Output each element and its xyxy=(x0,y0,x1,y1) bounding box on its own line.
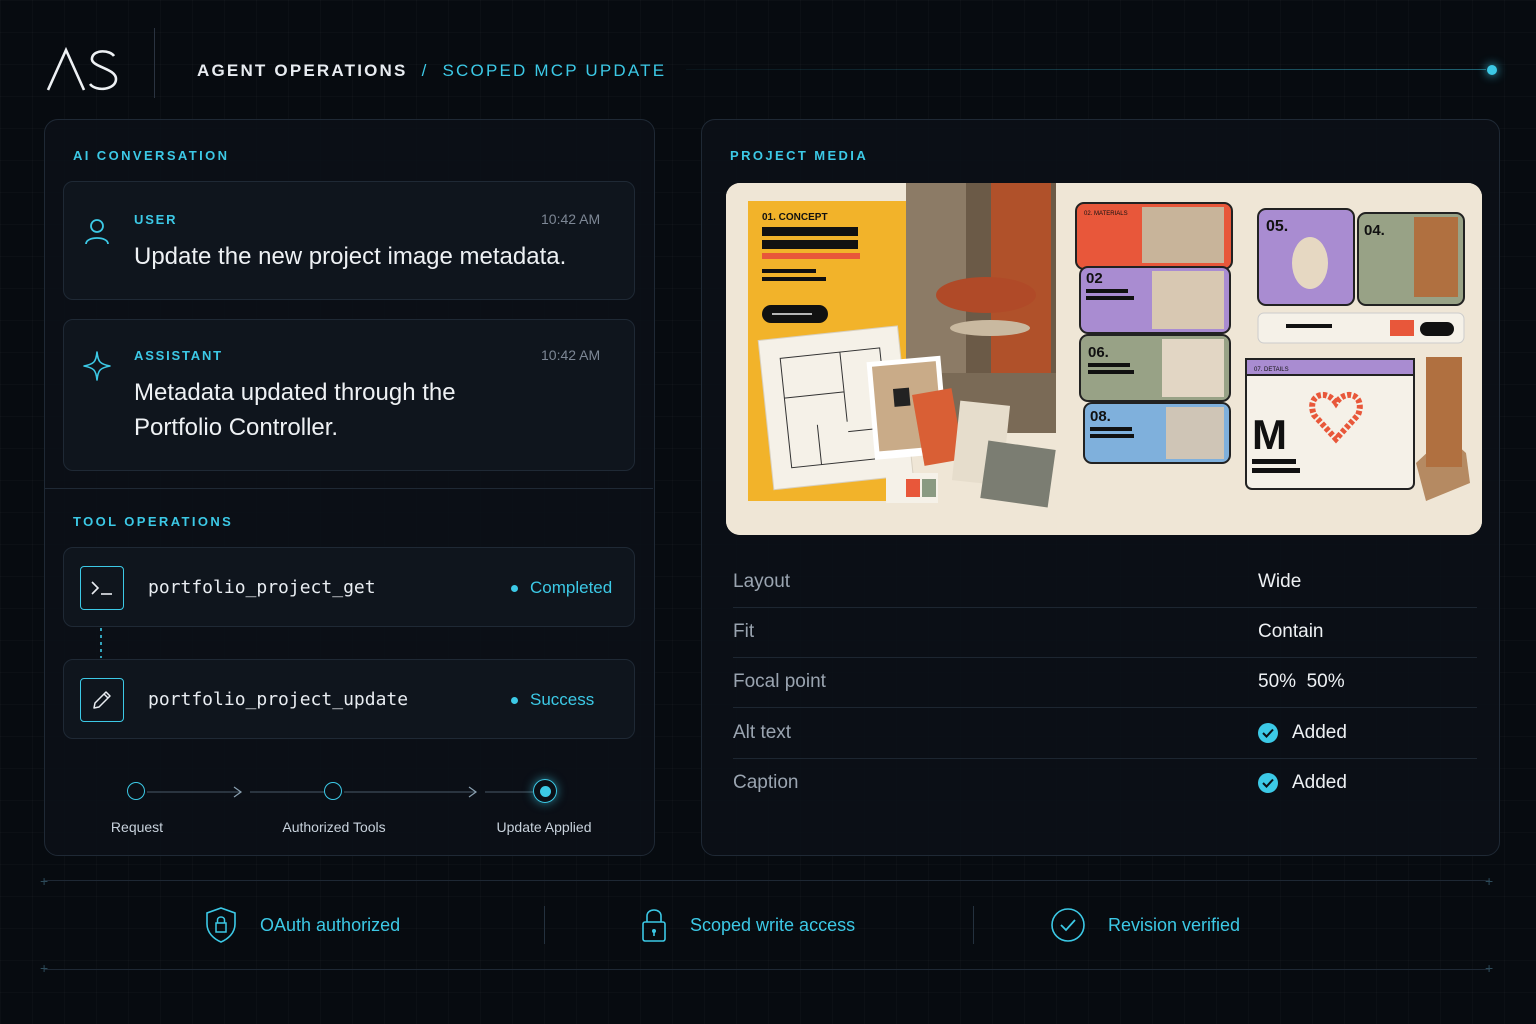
property-value-text: Contain xyxy=(1258,621,1324,642)
collage-label-05: 05. xyxy=(1266,218,1288,235)
property-key: Alt text xyxy=(733,722,792,743)
collage-label-08: 08. xyxy=(1090,408,1111,425)
message-text: Update the new project image metadata. xyxy=(134,243,567,270)
property-row: Alt text Added xyxy=(733,708,1477,759)
tool-status-completed: Completed xyxy=(511,578,612,598)
footer-oauth: OAuth authorized xyxy=(204,905,400,945)
property-row: Fit Contain xyxy=(733,607,1477,658)
message-time: 10:42 AM xyxy=(541,347,601,363)
status-dot xyxy=(1487,65,1497,75)
property-row: Layout Wide xyxy=(733,557,1477,608)
message-time: 10:42 AM xyxy=(541,211,601,227)
tool-status-label: Completed xyxy=(530,578,613,597)
breadcrumb-current: SCOPED MCP UPDATE xyxy=(442,61,667,80)
status-dot xyxy=(511,584,518,592)
collage-label-02: 02 xyxy=(1086,270,1103,287)
breadcrumb: AGENT OPERATIONS / SCOPED MCP UPDATE xyxy=(197,61,666,81)
tool-status-success: Success xyxy=(511,690,594,710)
message-text-line1: Metadata updated through the xyxy=(134,379,456,406)
user-icon xyxy=(85,219,109,245)
corner-mark: + xyxy=(1485,960,1494,976)
step-label: Update Applied xyxy=(496,819,592,835)
sparkle-icon xyxy=(83,351,111,381)
collage-label-concept: 01. CONCEPT xyxy=(762,212,828,223)
property-key: Layout xyxy=(733,571,791,592)
tool-status-label: Success xyxy=(530,690,595,709)
terminal-icon xyxy=(80,566,124,610)
step-node-request xyxy=(127,782,145,800)
property-value[interactable]: Added xyxy=(1258,722,1347,744)
corner-mark: + xyxy=(1485,873,1494,889)
collage-illustration: 01. CONCEPT 02. MATERIALS 02 06. 08. 05.… xyxy=(726,183,1482,535)
property-value-text: Added xyxy=(1292,772,1347,793)
property-value-text: Added xyxy=(1292,722,1347,743)
as-logo xyxy=(46,46,118,91)
step-label: Authorized Tools xyxy=(282,819,386,835)
footer-separator xyxy=(544,906,545,944)
property-value[interactable]: 50% 50% xyxy=(1258,671,1345,693)
message-role: USER xyxy=(134,212,178,227)
footer-revision: Revision verified xyxy=(1050,905,1240,945)
property-value[interactable]: Contain xyxy=(1258,621,1324,643)
collage-label-materials: 02. MATERIALS xyxy=(1084,211,1128,217)
footer-label: Scoped write access xyxy=(690,914,856,935)
padlock-icon xyxy=(642,909,666,942)
breadcrumb-main[interactable]: AGENT OPERATIONS xyxy=(197,61,408,81)
header-divider xyxy=(154,28,155,98)
property-value-text: 50% 50% xyxy=(1258,671,1345,692)
shield-lock-icon xyxy=(206,907,236,943)
tool-name: portfolio_project_get xyxy=(148,577,376,598)
footer-scoped: Scoped write access xyxy=(640,905,855,945)
property-key: Fit xyxy=(733,621,755,642)
property-value[interactable]: Added xyxy=(1258,772,1347,794)
collage-label-04: 04. xyxy=(1364,222,1385,239)
property-row: Focal point 50% 50% xyxy=(733,657,1477,708)
check-icon xyxy=(1258,773,1278,793)
status-dot xyxy=(511,696,518,704)
corner-mark: + xyxy=(40,873,49,889)
property-value[interactable]: Wide xyxy=(1258,571,1301,593)
footer-label: Revision verified xyxy=(1108,914,1241,935)
collage-letter-m: M xyxy=(1252,411,1287,458)
step-node-authorized xyxy=(324,782,342,800)
media-title: PROJECT MEDIA xyxy=(730,148,869,163)
step-node-applied xyxy=(533,779,557,803)
section-divider xyxy=(44,488,653,489)
property-row: Caption Added xyxy=(733,758,1477,808)
breadcrumb-separator: / xyxy=(421,61,429,80)
check-icon xyxy=(1258,723,1278,743)
property-key: Caption xyxy=(733,772,799,793)
check-circle-icon xyxy=(1051,908,1085,942)
tool-name: portfolio_project_update xyxy=(148,689,409,710)
collage-label-details: 07. DETAILS xyxy=(1254,367,1289,373)
property-key: Focal point xyxy=(733,671,826,692)
corner-mark: + xyxy=(40,960,49,976)
progress-stepper xyxy=(147,786,533,798)
message-role: ASSISTANT xyxy=(134,348,223,363)
footer-label: OAuth authorized xyxy=(260,914,401,935)
conversation-title: AI CONVERSATION xyxy=(73,148,230,163)
footer-separator xyxy=(973,906,974,944)
property-value-text: Wide xyxy=(1258,571,1302,592)
header-line xyxy=(686,69,1486,70)
tools-title: TOOL OPERATIONS xyxy=(73,514,234,529)
message-text-line2: Portfolio Controller. xyxy=(134,414,339,441)
collage-label-06: 06. xyxy=(1088,344,1109,361)
step-label: Request xyxy=(110,819,164,835)
connector-line xyxy=(100,628,102,658)
project-media-image[interactable]: 01. CONCEPT 02. MATERIALS 02 06. 08. 05.… xyxy=(726,183,1482,535)
pencil-icon xyxy=(80,678,124,722)
